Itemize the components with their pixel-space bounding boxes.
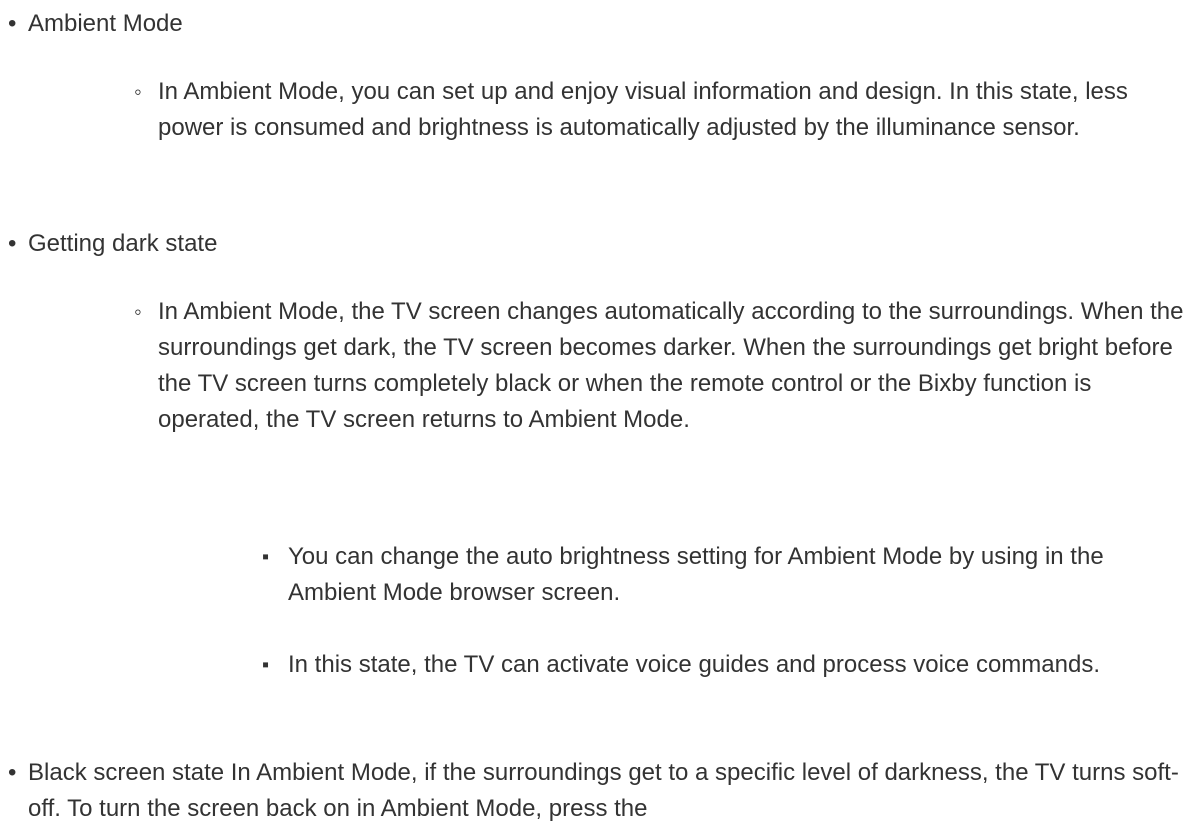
list-item-black-screen-state: • Black screen state In Ambient Mode, if… bbox=[8, 755, 1188, 827]
bullet-marker: • bbox=[8, 10, 17, 37]
note-item-text: You can change the auto brightness setti… bbox=[288, 543, 1104, 606]
note-item-text: In this state, the TV can activate voice… bbox=[288, 651, 1100, 678]
sub-list-item-text: In Ambient Mode, the TV screen changes a… bbox=[158, 298, 1184, 433]
list-item-getting-dark-state: • Getting dark state bbox=[8, 226, 1188, 262]
sub-bullet-marker: ◦ bbox=[134, 299, 142, 324]
sub-list-item-text: In Ambient Mode, you can set up and enjo… bbox=[158, 78, 1128, 141]
list-item-ambient-mode: • Ambient Mode bbox=[8, 6, 1188, 42]
note-bullet-marker: ▪ bbox=[262, 654, 270, 676]
bullet-marker: • bbox=[8, 759, 17, 786]
list-item-text: Ambient Mode bbox=[28, 10, 183, 37]
list-item-text: Getting dark state bbox=[28, 230, 218, 257]
note-item-auto-brightness: ▪ You can change the auto brightness set… bbox=[258, 539, 1188, 611]
list-item-text: Black screen state In Ambient Mode, if t… bbox=[28, 759, 1179, 822]
note-item-voice-guides: ▪ In this state, the TV can activate voi… bbox=[258, 647, 1188, 683]
note-bullet-marker: ▪ bbox=[262, 546, 270, 568]
sub-list-item-ambient-mode-description: ◦ In Ambient Mode, you can set up and en… bbox=[132, 74, 1188, 146]
bullet-marker: • bbox=[8, 230, 17, 257]
sub-list-item-getting-dark-description: ◦ In Ambient Mode, the TV screen changes… bbox=[132, 294, 1188, 438]
sub-bullet-marker: ◦ bbox=[134, 79, 142, 104]
document-page: • Ambient Mode ◦ In Ambient Mode, you ca… bbox=[0, 0, 1195, 833]
